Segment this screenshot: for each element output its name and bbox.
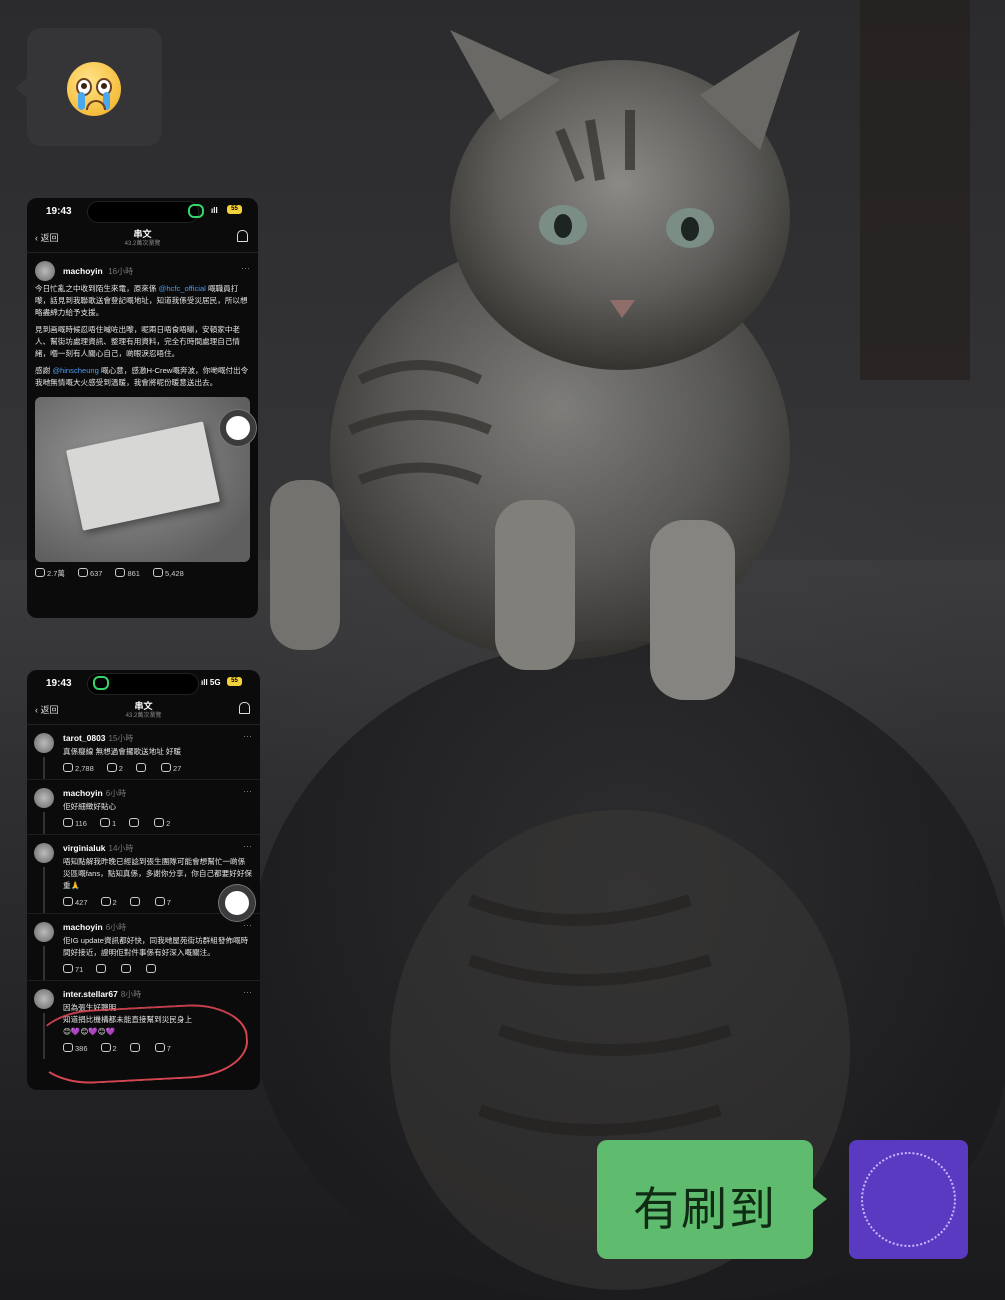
repost-button[interactable] [135,763,148,773]
view-count: 43.2萬次瀏覽 [125,713,162,719]
status-time: 19:43 [46,206,72,217]
avatar-ring [861,1152,956,1247]
more-icon[interactable]: ··· [243,920,252,930]
reply-text: 真係癡線 無想過會攞歌送地址 好暖 [63,747,182,756]
user-avatar[interactable] [849,1140,968,1259]
outgoing-message-text: 有刷到 [633,1182,777,1236]
signal-indicator: ıll 5G [201,678,221,687]
reply-username[interactable]: tarot_0803 [63,733,106,743]
thread-nav-bar: ‹ 返回 串文 43.2萬次瀏覽 [27,696,260,725]
outgoing-message-bubble[interactable]: 有刷到 [597,1140,827,1259]
bell-icon[interactable] [237,230,248,242]
share-button[interactable]: 5,428 [152,568,184,579]
envelope-image [66,421,220,531]
reply-username[interactable]: machoyin [63,788,103,798]
mention-link[interactable]: @hcfc_official [159,284,206,293]
comment-button[interactable]: 2 [100,897,117,907]
link-icon [188,204,204,218]
threads-post-screenshot[interactable]: 19:43 ıll 55 ‹ 返回 串文 43.2萬次瀏覽 machoyin 1… [27,198,258,618]
reply-time: 8小時 [120,990,142,999]
repost-button[interactable] [129,818,141,828]
reply-username[interactable]: inter.stellar67 [63,989,118,999]
status-time: 19:43 [46,678,72,689]
post-time: 16小時 [108,267,134,276]
avatar [34,922,54,942]
avatar [34,788,54,808]
more-icon[interactable]: ··· [243,987,252,997]
crying-face-emoji [67,62,121,116]
phone-status-bar: 19:43 ıll 55 [27,198,258,224]
reply-username[interactable]: machoyin [63,922,103,932]
repost-button[interactable]: 861 [115,568,140,579]
reply-item[interactable]: tarot_0803 15小時 ··· 真係癡線 無想過會攞歌送地址 好暖 2,7… [27,725,260,780]
reply-text: 佢好細緻好貼心 [63,802,117,811]
reply-item[interactable]: machoyin 6小時 ··· 佢IG update資訊都好快，同我哋屋苑街坊群… [27,914,260,981]
repost-button[interactable] [121,964,133,974]
reply-username[interactable]: virginialuk [63,843,106,853]
like-button[interactable]: 2,788 [63,763,94,773]
view-count: 43.2萬次瀏覽 [124,241,161,247]
post-actions: 2.7萬 637 861 5,428 [35,562,250,579]
reply-text: 佢IG update資訊都好快，同我哋屋苑街坊群組發佈嘅時間好接近，證明佢對件事… [63,936,249,957]
avatar [34,733,54,753]
share-button[interactable]: 27 [160,763,181,773]
reply-time: 6小時 [105,789,127,798]
reply-item[interactable]: machoyin 6小時 ··· 佢好細緻好貼心 116 1 2 [27,780,260,835]
comment-button[interactable]: 2 [106,763,123,773]
avatar [35,261,55,281]
phone-status-bar: 19:43 ıll 5G 55 [27,670,260,696]
thread-nav-bar: ‹ 返回 串文 43.2萬次瀏覽 [27,224,258,253]
avatar [34,843,54,863]
comment-button[interactable]: 1 [99,818,116,828]
assistive-touch-button[interactable] [219,885,255,921]
more-icon[interactable]: ··· [241,263,250,273]
reply-text: 唔知點解我昨晚已經諗到張生團隊可能會想幫忙一啲係災區嘅fans，點知真係，多謝你… [63,857,253,890]
share-button[interactable] [146,964,158,974]
post-photo[interactable] [35,397,250,562]
mention-link[interactable]: @hinscheung [52,366,99,375]
comment-button[interactable]: 637 [77,568,102,579]
comment-button[interactable] [96,964,108,974]
reply-time: 14小時 [108,844,134,853]
avatar [34,989,54,1009]
assistive-touch-button[interactable] [220,410,256,446]
link-icon [93,676,109,690]
post-paragraph-2: 見到画嘅時候忍唔住喊咗出嚟，呢兩日唔食唔瞓，安頓家中老人、幫街坊處理資訊、整理有… [35,325,241,358]
like-button[interactable]: 427 [63,897,88,907]
battery-icon: 55 [227,677,242,686]
bell-icon[interactable] [239,702,250,714]
post-username[interactable]: machoyin [63,266,103,276]
more-icon[interactable]: ··· [243,841,252,851]
chat-wallpaper [0,0,1005,1300]
incoming-message-bubble[interactable] [15,28,162,146]
more-icon[interactable]: ··· [243,786,252,796]
repost-button[interactable] [129,897,142,907]
post-paragraph-3: 感謝 @hinscheung 嘅心意，感激H-Crew嘅奔波，你哋嘅付出令我哋無… [35,366,249,387]
more-icon[interactable]: ··· [243,731,252,741]
kitten-illustration [270,30,850,1290]
share-button[interactable]: 7 [154,897,171,907]
like-button[interactable]: 2.7萬 [35,568,65,579]
battery-icon: 55 [227,205,242,214]
share-button[interactable]: 2 [154,818,170,828]
like-button[interactable]: 71 [63,964,83,974]
reply-time: 15小時 [108,734,134,743]
reply-time: 6小時 [105,923,127,932]
dynamic-island [87,201,199,223]
signal-icon: ıll [211,206,218,215]
like-button[interactable]: 116 [63,818,87,828]
post-paragraph-1: 今日忙亂之中收到陌生來電，原來係 @hcfc_official 嘅職員打嚟，話見… [35,284,248,317]
